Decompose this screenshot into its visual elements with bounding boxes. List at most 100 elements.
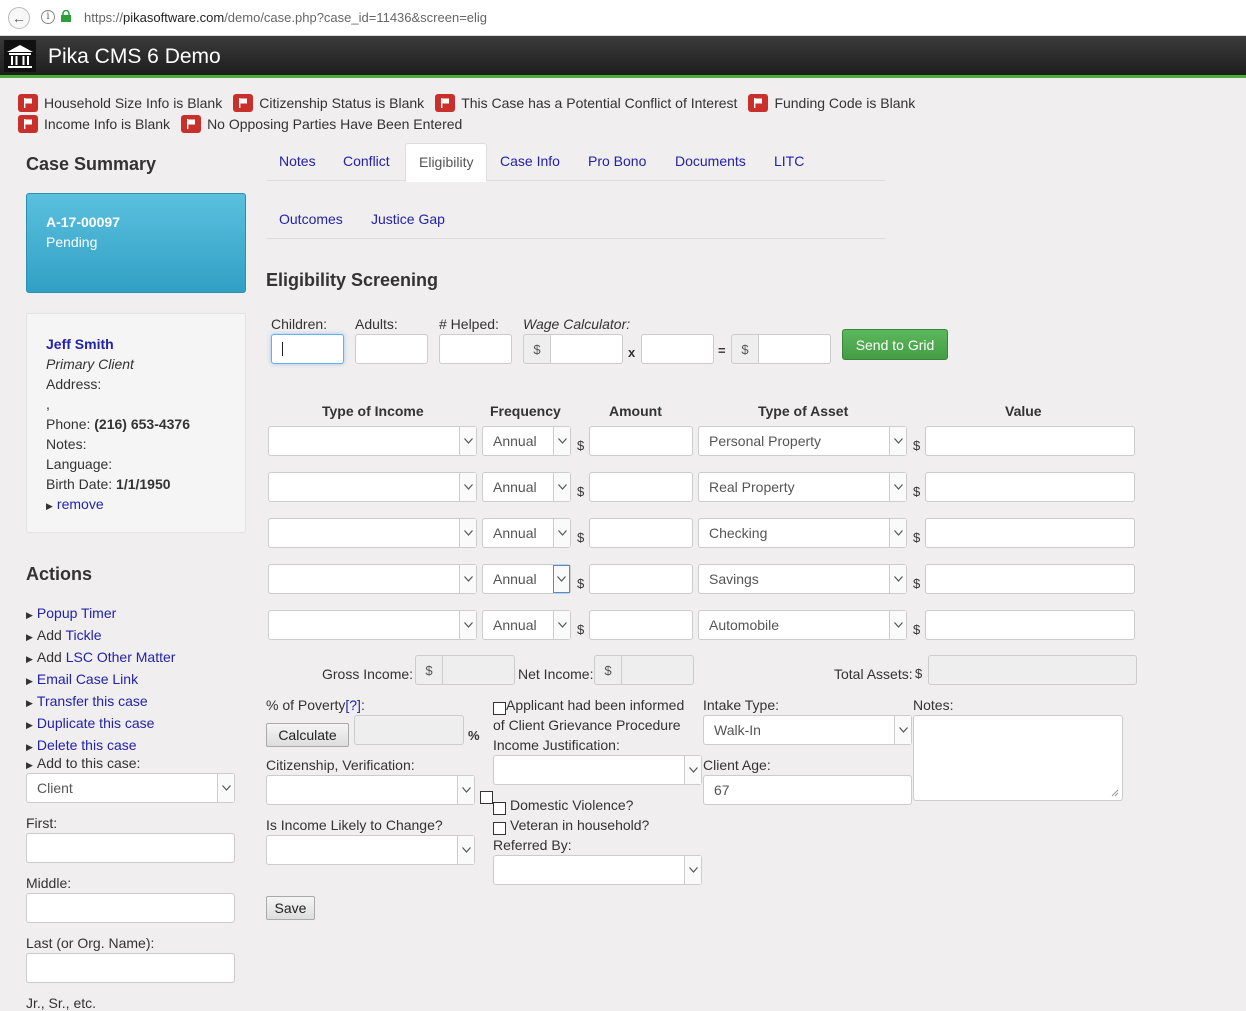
frequency-select[interactable]: Annual	[482, 472, 571, 502]
wage-hours-input[interactable]	[641, 334, 714, 364]
income-justification-select[interactable]	[493, 755, 702, 785]
client-age-input[interactable]: 67	[703, 775, 912, 805]
triangle-right-icon: ▶	[26, 654, 33, 664]
tab-case-info[interactable]: Case Info	[487, 143, 573, 181]
amount-input[interactable]	[589, 518, 693, 548]
income-type-header: Type of Income	[322, 403, 424, 419]
referred-by-label: Referred By:	[493, 837, 572, 853]
veteran-checkbox[interactable]	[493, 822, 506, 835]
lsc-other-matter-link[interactable]: LSC Other Matter	[66, 649, 176, 665]
frequency-select[interactable]: Annual	[482, 426, 571, 456]
grievance-checkbox[interactable]	[493, 702, 506, 715]
income-change-select[interactable]	[266, 835, 475, 865]
resize-handle-icon[interactable]	[1111, 789, 1119, 797]
tab-conflict[interactable]: Conflict	[330, 143, 403, 181]
popup-timer-link[interactable]: Popup Timer	[37, 605, 116, 621]
domestic-violence-hidden-checkbox[interactable]	[480, 791, 493, 804]
domestic-violence-checkbox[interactable]	[493, 802, 506, 815]
income-type-select[interactable]	[268, 472, 477, 502]
amount-input[interactable]	[589, 564, 693, 594]
income-type-select[interactable]	[268, 610, 477, 640]
middle-name-input[interactable]	[26, 893, 235, 923]
adults-input[interactable]	[355, 334, 428, 364]
frequency-select[interactable]: Annual	[482, 518, 571, 548]
citizenship-select[interactable]	[266, 775, 475, 805]
helped-label: # Helped:	[439, 316, 499, 332]
tab-outcomes[interactable]: Outcomes	[266, 201, 356, 239]
last-name-input[interactable]	[26, 953, 235, 983]
client-name-link[interactable]: Jeff Smith	[46, 334, 226, 354]
asset-type-select[interactable]: Automobile	[698, 610, 907, 640]
amount-input[interactable]	[589, 472, 693, 502]
equals-sign: =	[718, 343, 726, 358]
remove-link[interactable]: remove	[57, 496, 104, 512]
tab-eligibility[interactable]: Eligibility	[405, 143, 488, 182]
action-item: ▶ Email Case Link	[26, 669, 175, 691]
tab-documents[interactable]: Documents	[662, 143, 759, 181]
wage-rate-input[interactable]	[550, 334, 623, 364]
children-input[interactable]	[271, 334, 344, 364]
app-title[interactable]: Pika CMS 6 Demo	[48, 45, 221, 69]
transfer-case-link[interactable]: Transfer this case	[37, 693, 148, 709]
asset-type-select[interactable]: Real Property	[698, 472, 907, 502]
intake-type-select[interactable]: Walk-In	[703, 715, 912, 745]
duplicate-case-link[interactable]: Duplicate this case	[37, 715, 155, 731]
helped-input[interactable]	[439, 334, 512, 364]
triangle-right-icon: ▶	[26, 742, 33, 752]
chevron-down-icon	[553, 473, 570, 501]
triangle-right-icon: ▶	[46, 501, 53, 511]
asset-value-input[interactable]	[925, 518, 1135, 548]
poverty-help-link[interactable]: [?]	[345, 697, 361, 713]
chevron-down-icon	[217, 774, 234, 802]
amount-input[interactable]	[589, 426, 693, 456]
tab-justice-gap[interactable]: Justice Gap	[358, 201, 458, 239]
chevron-down-icon	[459, 519, 476, 547]
referred-by-select[interactable]	[493, 855, 702, 885]
tab-pro-bono[interactable]: Pro Bono	[575, 143, 659, 181]
language-label: Language:	[46, 456, 113, 472]
income-type-select[interactable]	[268, 426, 477, 456]
send-to-grid-button[interactable]: Send to Grid	[842, 329, 948, 360]
save-button[interactable]: Save	[266, 896, 315, 920]
asset-type-select[interactable]: Personal Property	[698, 426, 907, 456]
income-type-select[interactable]	[268, 518, 477, 548]
notes-textarea[interactable]	[913, 715, 1123, 801]
total-assets-field	[928, 655, 1137, 685]
net-income-label: Net Income:	[518, 666, 594, 682]
info-icon[interactable]: i	[41, 10, 55, 24]
asset-type-select[interactable]: Checking	[698, 518, 907, 548]
dollar-addon: $	[731, 334, 759, 364]
courthouse-logo-icon[interactable]	[4, 40, 36, 72]
action-item: ▶ Add Tickle	[26, 627, 102, 643]
triangle-right-icon: ▶	[26, 610, 33, 620]
asset-value-input[interactable]	[925, 472, 1135, 502]
dollar-sign: $	[913, 530, 921, 545]
action-item: ▶ Add LSC Other Matter	[26, 649, 176, 665]
chevron-down-icon	[889, 427, 906, 455]
income-type-select[interactable]	[268, 564, 477, 594]
url-text[interactable]: https://pikasoftware.com/demo/case.php?c…	[84, 10, 487, 25]
frequency-select[interactable]: Annual	[482, 564, 571, 594]
back-arrow-icon[interactable]: ←	[8, 7, 30, 29]
frequency-select[interactable]: Annual	[482, 610, 571, 640]
asset-value-input[interactable]	[925, 564, 1135, 594]
suffix-label: Jr., Sr., etc.	[26, 995, 97, 1011]
email-case-link[interactable]: Email Case Link	[37, 671, 138, 687]
add-to-case-select[interactable]: Client	[26, 773, 235, 803]
triangle-right-icon: ▶	[26, 720, 33, 730]
wage-result-input[interactable]	[758, 334, 831, 364]
tab-notes[interactable]: Notes	[266, 143, 329, 181]
asset-type-select[interactable]: Savings	[698, 564, 907, 594]
first-name-input[interactable]	[26, 833, 235, 863]
grievance-label-line1: Applicant had been informed	[506, 697, 685, 713]
intake-type-label: Intake Type:	[703, 697, 780, 713]
delete-case-link[interactable]: Delete this case	[37, 737, 137, 753]
tab-litc[interactable]: LITC	[761, 143, 817, 181]
asset-value-input[interactable]	[925, 426, 1135, 456]
tickle-link[interactable]: Tickle	[65, 627, 101, 643]
calculate-button[interactable]: Calculate	[266, 723, 349, 747]
adults-label: Adults:	[355, 316, 398, 332]
asset-value-input[interactable]	[925, 610, 1135, 640]
amount-input[interactable]	[589, 610, 693, 640]
chevron-down-icon	[553, 611, 570, 639]
